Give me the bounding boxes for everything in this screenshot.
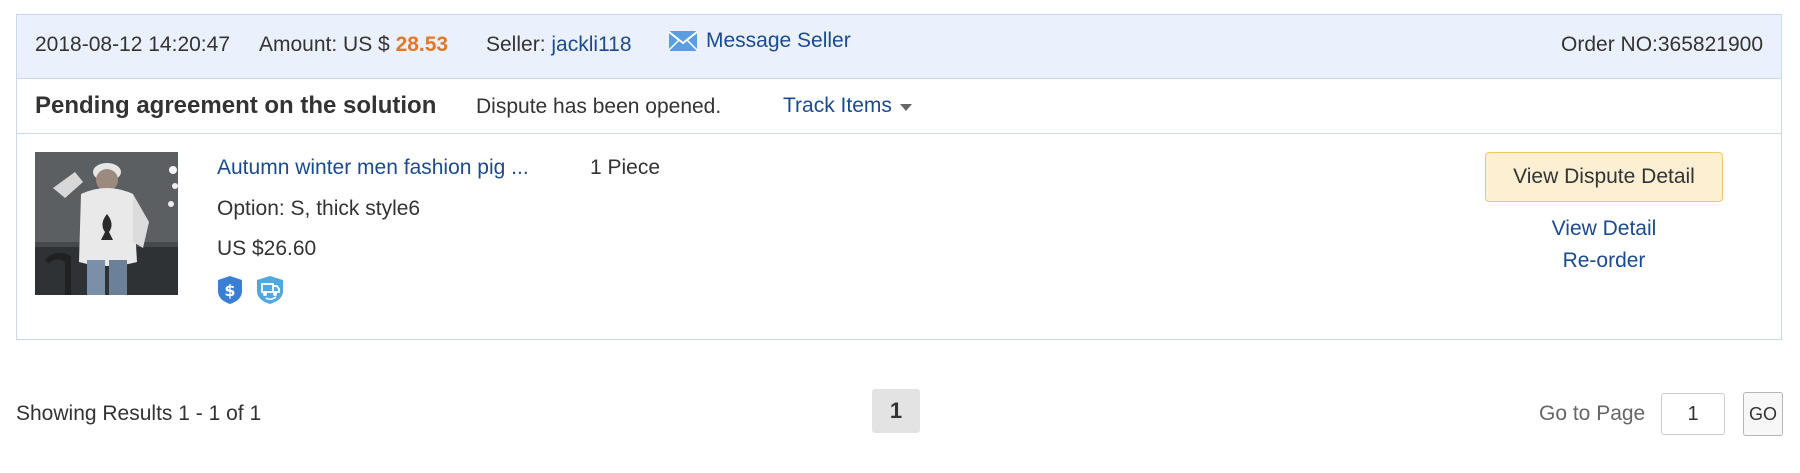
- shipping-shield-icon[interactable]: [256, 275, 284, 305]
- dollar-shield-icon[interactable]: $: [217, 275, 243, 305]
- page-1-button[interactable]: 1: [872, 389, 920, 433]
- status-row: Pending agreement on the solution Disput…: [17, 79, 1781, 134]
- order-card: 2018-08-12 14:20:47 Amount: US $ 28.53 S…: [16, 14, 1782, 340]
- results-summary: Showing Results 1 - 1 of 1: [16, 402, 262, 425]
- seller-label: Seller:: [486, 33, 552, 56]
- goto-page-label: Go to Page: [1539, 402, 1646, 425]
- go-button[interactable]: GO: [1743, 392, 1783, 436]
- product-title-link[interactable]: Autumn winter men fashion pig ...: [217, 156, 529, 180]
- product-option: Option: S, thick style6: [217, 197, 421, 220]
- amount-label: Amount: US $: [259, 33, 396, 56]
- track-items-dropdown[interactable]: Track Items: [783, 94, 912, 118]
- svg-text:$: $: [224, 281, 235, 300]
- amount-value: 28.53: [395, 33, 449, 56]
- envelope-icon: [668, 30, 698, 52]
- status-description: Dispute has been opened.: [476, 95, 722, 118]
- message-seller-label: Message Seller: [706, 29, 851, 52]
- message-seller-link[interactable]: Message Seller: [668, 29, 851, 53]
- goto-page-input[interactable]: [1661, 393, 1725, 435]
- order-amount: Amount: US $ 28.53: [259, 33, 448, 57]
- seller-link[interactable]: jackli118: [551, 33, 631, 56]
- product-price: US $26.60: [217, 237, 317, 260]
- seller-info: Seller: jackli118: [486, 33, 632, 57]
- product-image[interactable]: [35, 152, 178, 295]
- status-title: Pending agreement on the solution: [35, 92, 437, 119]
- order-item: Autumn winter men fashion pig ... 1 Piec…: [17, 134, 1781, 340]
- order-header: 2018-08-12 14:20:47 Amount: US $ 28.53 S…: [17, 15, 1781, 79]
- product-quantity: 1 Piece: [590, 156, 661, 179]
- track-items-label: Track Items: [783, 94, 892, 117]
- view-dispute-detail-button[interactable]: View Dispute Detail: [1485, 152, 1723, 202]
- caret-down-icon: [899, 104, 912, 111]
- view-detail-link[interactable]: View Detail: [1485, 217, 1723, 241]
- order-number: Order NO:365821900: [1561, 33, 1763, 56]
- reorder-link[interactable]: Re-order: [1485, 249, 1723, 273]
- order-datetime: 2018-08-12 14:20:47: [35, 33, 230, 56]
